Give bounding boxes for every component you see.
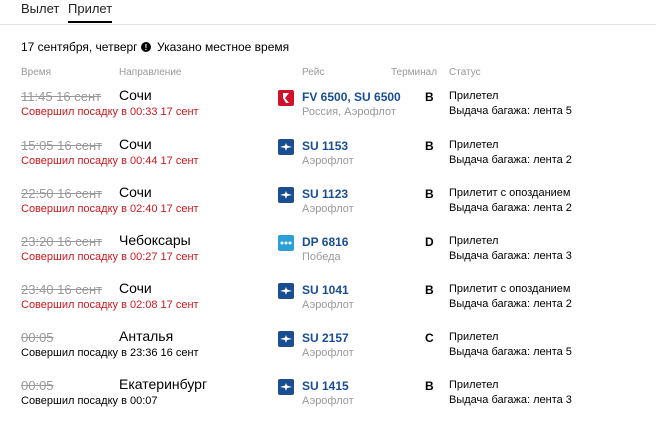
scheduled-time: 22:50 16 сент xyxy=(21,186,103,201)
flight-status: Прилетел xyxy=(449,331,499,343)
airline-name: Аэрофлот xyxy=(302,203,354,215)
landing-time: Совершил посадку в 02:08 17 сент xyxy=(21,299,199,311)
pobeda-logo xyxy=(278,235,294,251)
airline-name: Аэрофлот xyxy=(302,395,354,407)
red-wings-logo xyxy=(278,90,294,106)
flight-number-link[interactable]: SU 1415 xyxy=(302,379,349,393)
scheduled-time: 00:05 xyxy=(21,330,54,345)
scheduled-time: 00:05 xyxy=(21,378,54,393)
landing-time: Совершил посадку в 02:40 17 сент xyxy=(21,203,199,215)
flight-number-link[interactable]: SU 1153 xyxy=(302,139,348,153)
terminal: B xyxy=(425,379,434,393)
landing-time: Совершил посадку в 00:07 xyxy=(21,395,158,407)
terminal: D xyxy=(425,235,434,249)
timezone-note: ! Указано местное время xyxy=(141,40,289,54)
terminal: B xyxy=(425,187,434,201)
header-time: Время xyxy=(21,67,52,78)
aeroflot-logo xyxy=(278,283,294,299)
terminal: C xyxy=(425,331,434,345)
flight-row[interactable]: 00:05 Совершил посадку в 00:07 Екатеринбур… xyxy=(0,376,656,424)
city-name: Сочи xyxy=(119,184,152,200)
header-terminal: Терминал xyxy=(391,67,438,78)
aeroflot-logo xyxy=(278,379,294,395)
flight-number-link[interactable]: SU 1123 xyxy=(302,187,348,201)
baggage-info: Выдача багажа: лента 5 xyxy=(449,105,572,117)
flight-row[interactable]: 22:50 16 сент Совершил посадку в 02:40 17… xyxy=(0,184,656,232)
tab-bar: Вылет Прилет xyxy=(0,0,656,25)
baggage-info: Выдача багажа: лента 2 xyxy=(449,154,572,166)
landing-time: Совершил посадку в 23:36 16 сент xyxy=(21,347,199,359)
city-name: Сочи xyxy=(119,136,152,152)
landing-time: Совершил посадку в 00:27 17 сент xyxy=(21,251,199,263)
landing-time: Совершил посадку в 00:44 17 сент xyxy=(21,155,199,167)
flight-status: Прилетел xyxy=(449,235,499,247)
airline-name: Аэрофлот xyxy=(302,299,354,311)
aeroflot-logo xyxy=(278,331,294,347)
city-name: Сочи xyxy=(119,280,152,296)
scheduled-time: 11:45 16 сент xyxy=(21,89,102,104)
terminal: B xyxy=(425,139,434,153)
flight-row[interactable]: 23:40 16 сент Совершил посадку в 02:08 17… xyxy=(0,280,656,328)
date-label: 17 сентября, четверг xyxy=(21,40,138,54)
airline-name: Аэрофлот xyxy=(302,347,354,359)
flight-row[interactable]: 15:05 16 сент Совершил посадку в 00:44 17… xyxy=(0,136,656,184)
header-flight: Рейс xyxy=(302,67,325,78)
scheduled-time: 15:05 16 сент xyxy=(21,138,103,153)
city-name: Чебоксары xyxy=(119,232,191,248)
city-name: Сочи xyxy=(119,87,152,103)
flight-number-link[interactable]: SU 2157 xyxy=(302,331,349,345)
flight-number-link[interactable]: SU 1041 xyxy=(302,283,349,297)
baggage-info: Выдача багажа: лента 3 xyxy=(449,394,572,406)
flight-number-link[interactable]: DP 6816 xyxy=(302,235,348,249)
scheduled-time: 23:20 16 сент xyxy=(21,234,103,249)
tab-arrival[interactable]: Прилет xyxy=(68,1,113,23)
aeroflot-logo xyxy=(278,187,294,203)
baggage-info: Выдача багажа: лента 2 xyxy=(449,298,572,310)
airline-name: Победа xyxy=(302,251,341,263)
baggage-info: Выдача багажа: лента 2 xyxy=(449,202,572,214)
flight-row[interactable]: 00:05 Совершил посадку в 23:36 16 сент Ант… xyxy=(0,328,656,376)
terminal: B xyxy=(425,90,434,104)
flight-number-link[interactable]: FV 6500, SU 6500 xyxy=(302,90,401,104)
airline-name: Россия, Аэрофлот xyxy=(302,106,396,118)
flight-status: Прилетит с опозданием xyxy=(449,187,571,199)
flight-status: Прилетел xyxy=(449,90,499,102)
flight-status: Прилетел xyxy=(449,139,499,151)
city-name: Анталья xyxy=(119,328,174,344)
terminal: B xyxy=(425,283,434,297)
flight-row[interactable]: 23:20 16 сент Совершил посадку в 00:27 17… xyxy=(0,232,656,280)
baggage-info: Выдача багажа: лента 3 xyxy=(449,250,572,262)
tab-departure[interactable]: Вылет xyxy=(21,1,59,16)
baggage-info: Выдача багажа: лента 5 xyxy=(449,346,572,358)
flight-status: Прилетел xyxy=(449,379,499,391)
header-status: Статус xyxy=(449,67,481,78)
timezone-note-text: Указано местное время xyxy=(157,40,290,54)
flight-status: Прилетит с опозданием xyxy=(449,283,571,295)
scheduled-time: 23:40 16 сент xyxy=(21,282,103,297)
aeroflot-logo xyxy=(278,139,294,155)
header-direction: Направление xyxy=(119,67,182,78)
airline-name: Аэрофлот xyxy=(302,155,354,167)
landing-time: Совершил посадку в 00:33 17 сент xyxy=(21,106,199,118)
flight-row[interactable]: 11:45 16 сент Совершил посадку в 00:33 17… xyxy=(0,87,656,135)
info-icon: ! xyxy=(141,42,151,52)
city-name: Екатеринбург xyxy=(119,376,208,392)
